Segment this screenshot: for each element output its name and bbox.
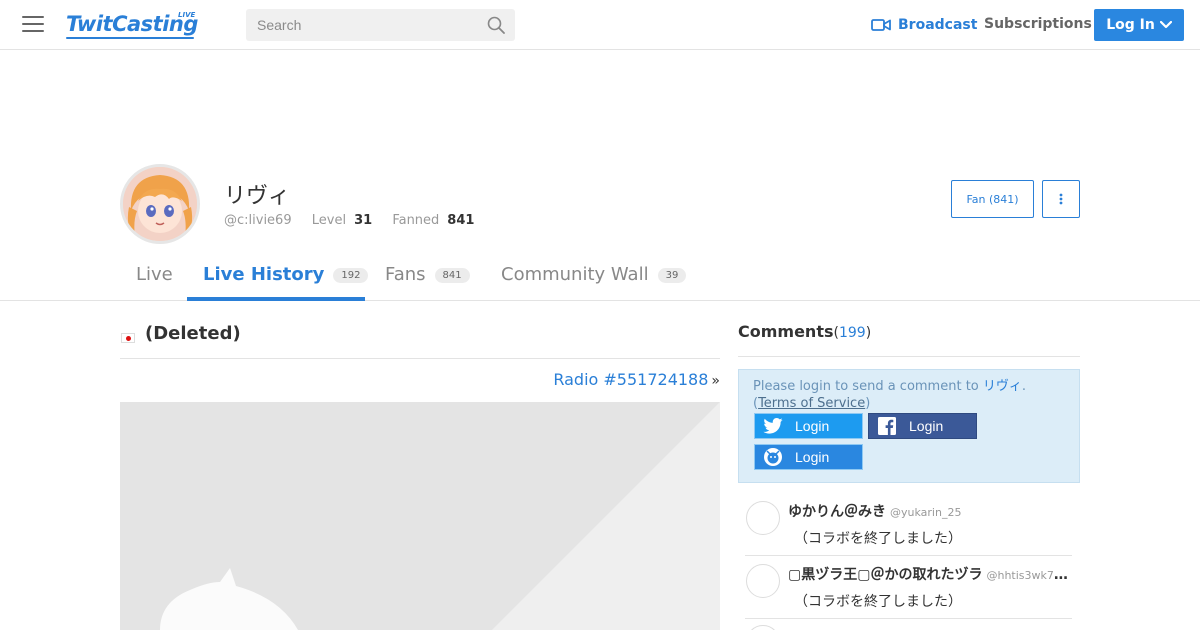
- comment-text: （コラボを終了しました）: [794, 594, 962, 610]
- terms-of-service-link[interactable]: Terms of Service: [758, 396, 865, 411]
- broadcast-label: Broadcast: [898, 17, 978, 33]
- comment-item: ▢黒ヅラ王▢＠かの取れたヅラ @hhtis3wk7uh... （コラボを終了しまし…: [745, 556, 1072, 619]
- tab-fans-count: 841: [434, 268, 470, 283]
- comment-avatar[interactable]: [746, 625, 780, 630]
- facebook-login-label: Login: [909, 418, 944, 434]
- comment-login-box: Please login to send a comment to リヴィ. (…: [738, 369, 1080, 483]
- comment-item: ゆかりん＠みき @yukarin_25 （コラボを終了しました）: [745, 493, 1072, 556]
- facebook-login-button[interactable]: Login: [868, 413, 977, 439]
- login-button[interactable]: Log In: [1094, 9, 1184, 41]
- comment-avatar[interactable]: [746, 564, 780, 598]
- tab-community-wall-label: Community Wall: [501, 264, 649, 285]
- search-icon[interactable]: [487, 16, 505, 34]
- top-header: TwitCasting LIVE Broadcast Subscriptions…: [0, 0, 1200, 50]
- chevron-down-icon: [1159, 21, 1172, 29]
- twitter-login-label: Login: [795, 418, 830, 434]
- comment-author-handle: @hhtis3wk7uh...: [986, 569, 1072, 582]
- search-box: [246, 9, 515, 41]
- login-message-prefix: Please login to send a comment to: [753, 379, 979, 394]
- anime-avatar-image: [123, 167, 197, 241]
- radio-link-label: Radio #551724188: [553, 370, 709, 389]
- subscriptions-link[interactable]: Subscriptions: [984, 16, 1092, 32]
- movie-title-row: (Deleted): [120, 320, 720, 359]
- login-message-name[interactable]: リヴィ: [983, 379, 1022, 394]
- profile-user-id: @c:livie69: [224, 213, 292, 228]
- twitcasting-icon: [755, 444, 791, 470]
- comments-count[interactable]: 199: [839, 325, 866, 341]
- twitcasting-login-label: Login: [795, 449, 830, 465]
- tab-live[interactable]: Live: [136, 264, 173, 300]
- tab-community-wall[interactable]: Community Wall 39: [501, 264, 687, 300]
- comment-text: （コラボを終了しました）: [794, 531, 962, 547]
- comment-author-handle: @yukarin_25: [890, 506, 962, 519]
- comments-paren-close: ): [865, 325, 872, 341]
- comment-author-name: ゆかりん＠みき: [788, 504, 886, 520]
- japan-flag-icon: [121, 333, 135, 343]
- comment-author[interactable]: ▢黒ヅラ王▢＠かの取れたヅラ @hhtis3wk7uh...: [788, 564, 1072, 584]
- tab-live-history-label: Live History: [203, 264, 325, 285]
- video-thumbnail[interactable]: [120, 402, 720, 630]
- more-options-button[interactable]: [1042, 180, 1080, 218]
- broadcast-link[interactable]: Broadcast: [871, 16, 977, 34]
- login-label: Log In: [1106, 17, 1155, 33]
- deleted-placeholder-image: [120, 402, 720, 630]
- tab-fans[interactable]: Fans 841: [385, 264, 470, 300]
- login-message: Please login to send a comment to リヴィ. (…: [753, 379, 1027, 411]
- logo-underline: [66, 37, 194, 39]
- comment-author-name: ▢黒ヅラ王▢＠かの取れたヅラ: [788, 567, 983, 583]
- profile-tabs: Live Live History 192 Fans 841 Community…: [0, 252, 1200, 301]
- comments-title: Comments: [738, 322, 834, 341]
- radio-link[interactable]: Radio #551724188»: [553, 370, 720, 389]
- profile-avatar[interactable]: [120, 164, 200, 244]
- active-tab-indicator: [187, 297, 365, 301]
- vertical-dots-icon: [1059, 193, 1063, 205]
- twitter-bird-icon: [755, 413, 791, 439]
- comments-divider: [738, 356, 1080, 357]
- fanned-label: Fanned: [392, 213, 440, 228]
- movie-title: (Deleted): [145, 323, 241, 344]
- profile-name: リヴィ: [224, 184, 291, 209]
- fan-button[interactable]: Fan (841): [951, 180, 1034, 218]
- comment-avatar[interactable]: [746, 501, 780, 535]
- comment-author[interactable]: ゆかりん＠みき @yukarin_25: [788, 501, 1072, 521]
- level-label: Level: [311, 213, 347, 228]
- twitcasting-login-button[interactable]: Login: [754, 444, 863, 470]
- comments-heading: Comments(199): [738, 322, 871, 341]
- facebook-icon: [869, 413, 905, 439]
- radio-link-chevron: »: [711, 373, 720, 389]
- tab-fans-label: Fans: [385, 264, 426, 285]
- tab-live-label: Live: [136, 264, 173, 285]
- fanned-value: 841: [447, 213, 475, 228]
- menu-icon[interactable]: [22, 16, 44, 34]
- profile-meta: @c:livie69 Level 31 Fanned 841: [224, 213, 490, 228]
- search-input[interactable]: [246, 9, 476, 41]
- tab-live-history[interactable]: Live History 192: [203, 264, 369, 300]
- twitter-login-button[interactable]: Login: [754, 413, 863, 439]
- login-message-suffix: .: [1021, 379, 1027, 394]
- tab-live-history-count: 192: [333, 268, 369, 283]
- tab-community-wall-count: 39: [657, 268, 687, 283]
- video-camera-icon: [871, 19, 891, 31]
- level-value: 31: [354, 213, 373, 228]
- logo-live-text: LIVE: [178, 11, 196, 19]
